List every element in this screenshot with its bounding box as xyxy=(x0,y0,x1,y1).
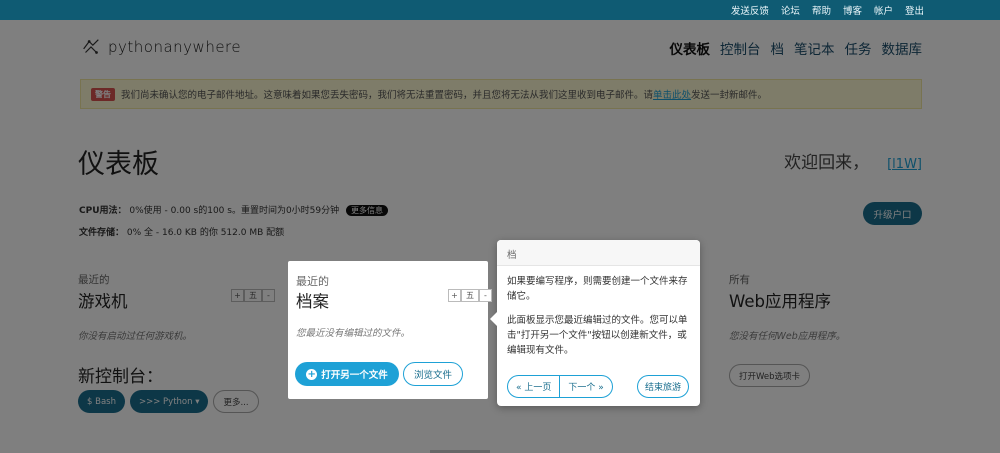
account-link[interactable]: 帐户 xyxy=(874,3,893,17)
files-more-button[interactable]: + xyxy=(448,289,461,302)
feedback-link[interactable]: 发送反馈 xyxy=(731,3,769,17)
files-small-title: 最近的 xyxy=(296,275,329,288)
end-tour-button[interactable]: 结束旅游 xyxy=(637,375,689,398)
files-pager: + 五 - xyxy=(448,289,492,302)
tour-popover: 档 如果要编写程序，则需要创建一个文件来存储它。 此面板显示您最近编辑过的文件。… xyxy=(490,240,700,406)
popover-arrow xyxy=(490,312,497,326)
forums-link[interactable]: 论坛 xyxy=(781,3,800,17)
open-another-file-button[interactable]: + 打开另一个文件 xyxy=(295,362,399,386)
blog-link[interactable]: 博客 xyxy=(843,3,862,17)
help-link[interactable]: 帮助 xyxy=(812,3,831,17)
prev-button[interactable]: « 上一页 xyxy=(508,376,559,397)
files-title: 档案 xyxy=(296,292,329,311)
top-bar: 发送反馈 论坛 帮助 博客 帐户 登出 xyxy=(0,0,1000,20)
browse-files-button[interactable]: 浏览文件 xyxy=(403,362,463,386)
open-file-label: 打开另一个文件 xyxy=(321,370,388,381)
files-empty-text: 您最近没有编辑过的文件。 xyxy=(296,328,411,339)
plus-icon: + xyxy=(306,368,318,380)
recent-files-panel: 最近的 档案 + 五 - 您最近没有编辑过的文件。 + 打开另一个文件 浏览文件 xyxy=(288,261,492,399)
popover-paragraph-1: 如果要编写程序，则需要创建一个文件来存储它。 xyxy=(507,276,688,302)
logout-link[interactable]: 登出 xyxy=(905,3,924,17)
popover-body: 如果要编写程序，则需要创建一个文件来存储它。 此面板显示您最近编辑过的文件。您可… xyxy=(497,266,700,358)
next-button[interactable]: 下一个 » xyxy=(559,376,611,397)
popover-title: 档 xyxy=(497,240,700,266)
popover-paragraph-2: 此面板显示您最近编辑过的文件。您可以单击"打开另一个文件"按钮以创建新文件，或编… xyxy=(507,315,688,356)
files-count: 五 xyxy=(461,289,479,302)
popover-nav: « 上一页 下一个 » xyxy=(507,375,613,398)
files-less-button[interactable]: - xyxy=(479,289,492,302)
